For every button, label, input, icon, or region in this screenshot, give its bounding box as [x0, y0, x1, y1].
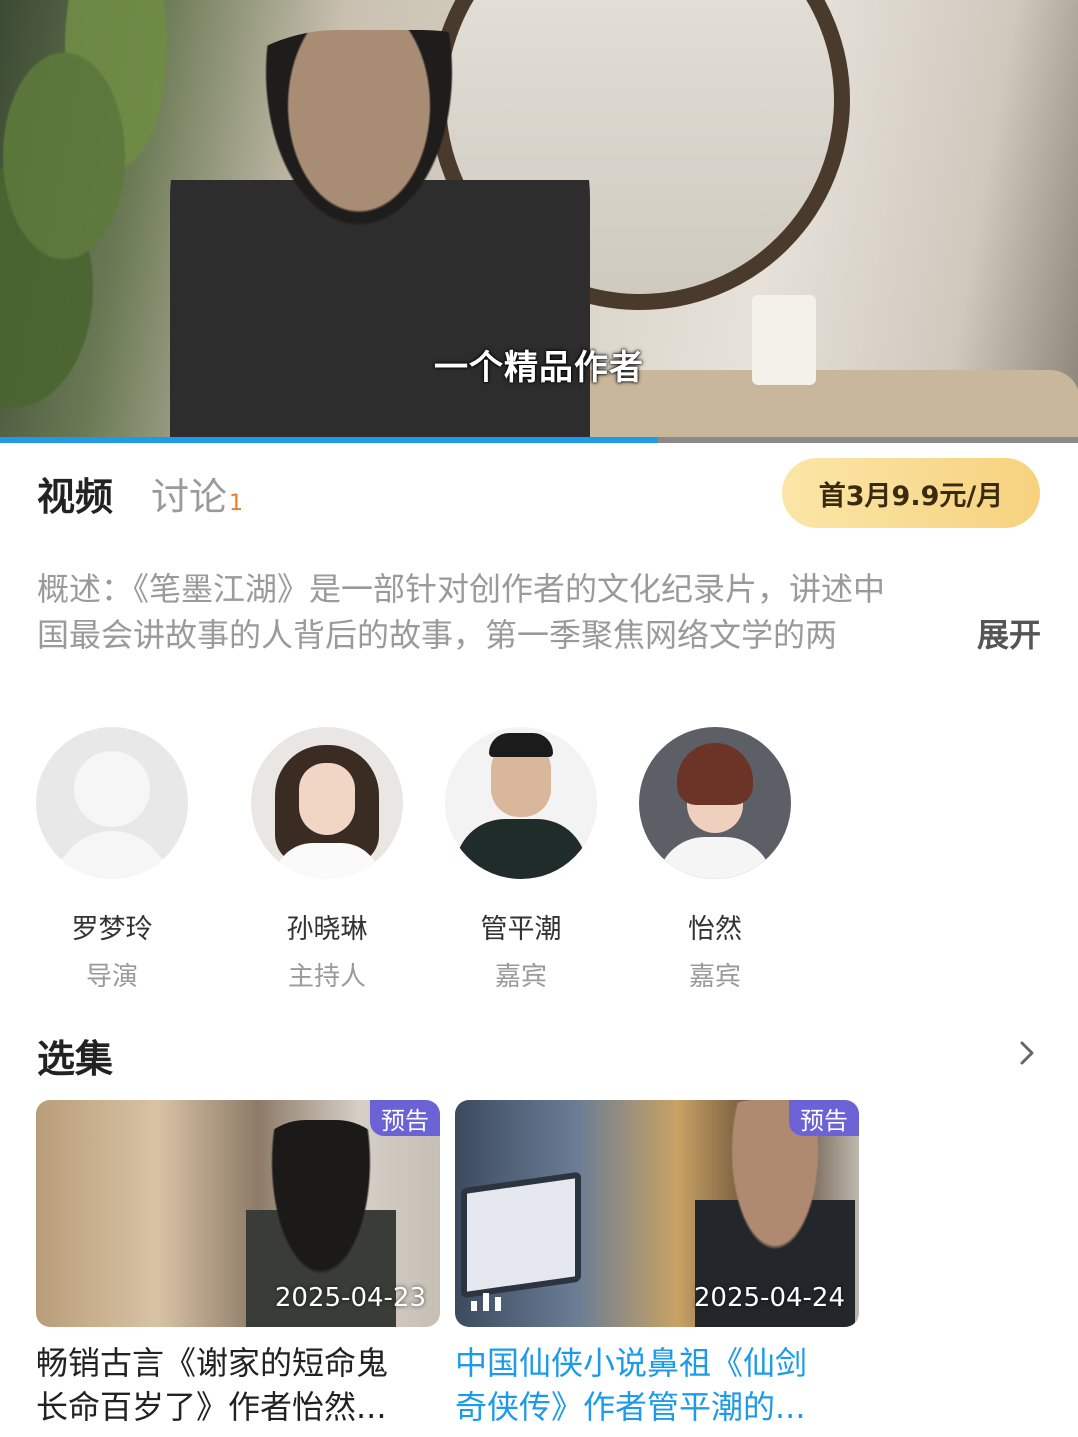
preview-badge: 预告 — [789, 1100, 859, 1136]
cast-list: 罗梦玲 导演 孙晓琳 主持人 管平潮 嘉宾 怡然 嘉宾 — [36, 727, 812, 993]
discussion-count-badge: 1 — [229, 491, 244, 516]
cast-name: 罗梦玲 — [71, 914, 153, 945]
cast-member[interactable]: 怡然 嘉宾 — [618, 727, 812, 993]
cast-name: 孙晓琳 — [286, 914, 368, 945]
episode-title: 中国仙侠小说鼻祖《仙剑 奇侠传》作者管平潮的... — [455, 1341, 859, 1429]
cast-name: 怡然 — [688, 914, 742, 945]
cast-member[interactable]: 孙晓琳 主持人 — [230, 727, 424, 993]
episode-title: 畅销古言《谢家的短命鬼 长命百岁了》作者怡然... — [36, 1341, 440, 1429]
subscribe-button[interactable]: 首3月9.9元/月 — [782, 458, 1040, 528]
episode-title-line: 畅销古言《谢家的短命鬼 — [36, 1344, 389, 1382]
cast-role: 嘉宾 — [494, 962, 547, 992]
episode-title-line: 奇侠传》作者管平潮的... — [455, 1388, 806, 1426]
episode-date: 2025-04-24 — [693, 1283, 845, 1313]
tab-video[interactable]: 视频 — [37, 466, 113, 521]
video-subtitle: 一个精品作者 — [434, 348, 644, 388]
video-progress-bar[interactable] — [0, 437, 1078, 443]
episode-card[interactable]: 预告 2025-04-23 畅销古言《谢家的短命鬼 长命百岁了》作者怡然... — [36, 1100, 440, 1429]
episode-title-line: 中国仙侠小说鼻祖《仙剑 — [455, 1344, 808, 1382]
cast-role: 主持人 — [287, 962, 366, 992]
cast-member[interactable]: 罗梦玲 导演 — [36, 727, 230, 993]
chevron-right-icon[interactable] — [1012, 1038, 1042, 1068]
episode-title-line: 长命百岁了》作者怡然... — [36, 1388, 387, 1426]
preview-badge: 预告 — [370, 1100, 440, 1136]
cast-member[interactable]: 管平潮 嘉宾 — [424, 727, 618, 993]
content-tabs: 视频 讨论1 — [37, 466, 243, 526]
video-player[interactable]: 一个精品作者 — [0, 0, 1078, 443]
avatar-default — [36, 727, 188, 879]
avatar — [445, 727, 597, 879]
video-progress-fill — [0, 437, 658, 443]
description-line: 国最会讲故事的人背后的故事，第一季聚焦网络文学的两 — [37, 616, 838, 654]
description-line: 概述：《笔墨江湖》是一部针对创作者的文化纪录片，讲述中 — [37, 570, 886, 608]
tab-discussion[interactable]: 讨论1 — [151, 466, 243, 521]
episode-date: 2025-04-23 — [274, 1283, 426, 1313]
cast-role: 导演 — [85, 962, 138, 992]
cast-name: 管平潮 — [480, 914, 562, 945]
description: 概述：《笔墨江湖》是一部针对创作者的文化纪录片，讲述中 国最会讲故事的人背后的故… — [37, 566, 1041, 658]
episode-list: 预告 2025-04-23 畅销古言《谢家的短命鬼 长命百岁了》作者怡然... … — [36, 1100, 874, 1429]
episode-card-active[interactable]: 预告 2025-04-24 中国仙侠小说鼻祖《仙剑 奇侠传》作者管平潮的... — [455, 1100, 859, 1429]
episode-thumbnail: 预告 2025-04-23 — [36, 1100, 440, 1327]
avatar — [251, 727, 403, 879]
now-playing-icon — [471, 1293, 501, 1311]
tab-discussion-label: 讨论 — [151, 475, 228, 519]
cast-role: 嘉宾 — [688, 962, 741, 992]
avatar — [639, 727, 791, 879]
expand-button[interactable]: 展开 — [977, 612, 1041, 658]
episodes-title: 选集 — [37, 1037, 114, 1081]
episode-thumbnail: 预告 2025-04-24 — [455, 1100, 859, 1327]
